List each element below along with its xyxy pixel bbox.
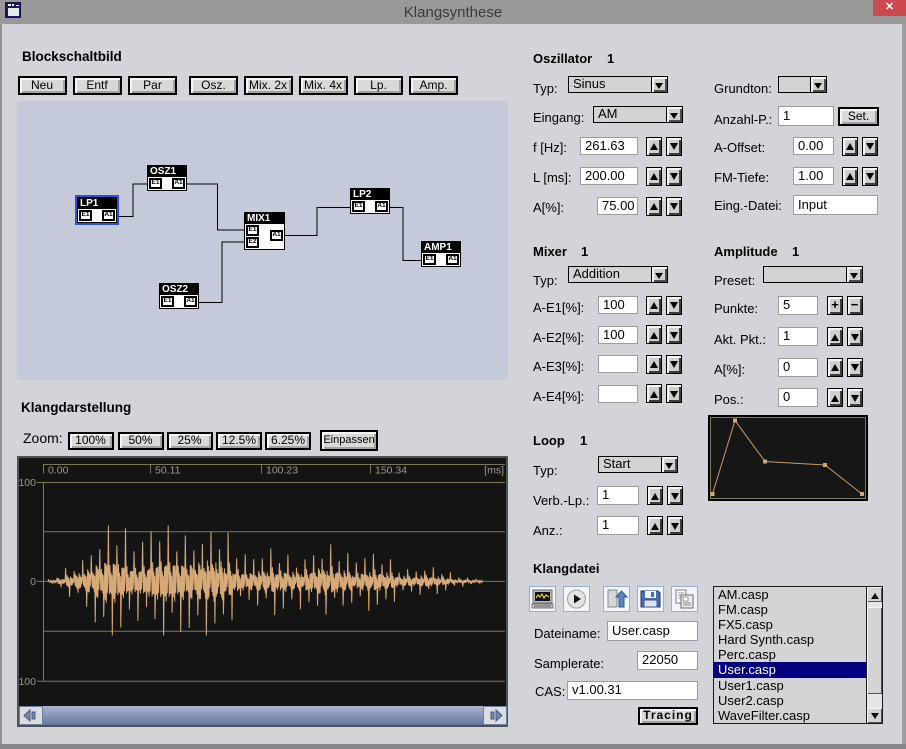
svg-text:100: 100: [18, 477, 36, 489]
svg-text:50.11: 50.11: [155, 465, 181, 477]
svg-text:100.23: 100.23: [266, 465, 298, 477]
svg-text:150.34: 150.34: [375, 465, 407, 477]
svg-text:0.00: 0.00: [48, 465, 69, 477]
svg-text:0: 0: [30, 576, 36, 588]
svg-text:100: 100: [18, 676, 36, 688]
svg-text:[ms]: [ms]: [484, 465, 504, 477]
